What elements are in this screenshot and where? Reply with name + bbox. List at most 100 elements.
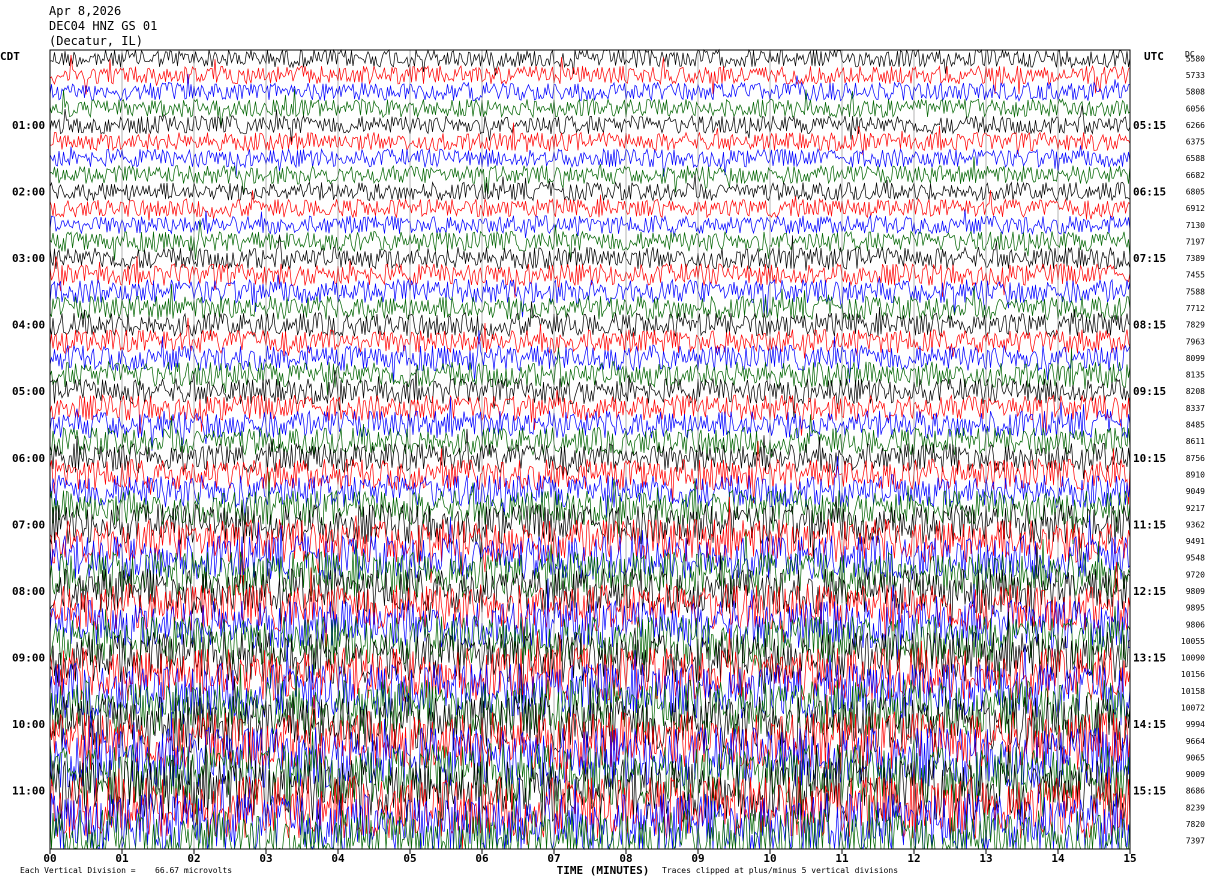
- left-hour-label: 07:00: [12, 518, 45, 531]
- x-axis-title: TIME (MINUTES): [557, 864, 650, 877]
- left-hour-labels: 01:00 02:00 03:00 04:00 05:00 06:00 07:00 08:00…: [12, 119, 45, 798]
- x-tick-label-11: 11: [835, 852, 849, 865]
- trace-row-19: [49, 347, 1131, 396]
- trace-row-17: [49, 317, 1131, 359]
- x-tick-label-10: 10: [763, 852, 776, 865]
- dc-offset-label: 9720: [1186, 570, 1205, 579]
- trace-row-16: [49, 301, 1131, 341]
- dc-offset-label: 10156: [1181, 670, 1205, 679]
- x-tick-label-13: 13: [979, 852, 992, 865]
- left-hour-label: 06:00: [12, 452, 45, 465]
- footer-scale-value: 66.67 microvolts: [155, 866, 233, 875]
- dc-offset-label: 6805: [1186, 187, 1205, 196]
- dc-offset-label: 9994: [1186, 720, 1205, 729]
- right-hour-label: 07:15: [1133, 252, 1166, 265]
- footer-scale-label: Each Vertical Division =: [20, 866, 136, 875]
- x-axis-ticks: 00 01 02 03 04 05 06 07 08 09 10 11 12 13 14 15: [43, 849, 1137, 865]
- left-hour-label: 09:00: [12, 652, 45, 665]
- x-tick-label-06: 06: [475, 852, 489, 865]
- right-hour-label: 09:15: [1133, 385, 1166, 398]
- x-tick-label-14: 14: [1051, 852, 1065, 865]
- dc-offset-label: 5580: [1186, 54, 1205, 63]
- right-hour-label: 08:15: [1133, 319, 1166, 332]
- trace-row-9: [49, 190, 1131, 221]
- right-hour-label: 06:15: [1133, 185, 1166, 198]
- x-tick-label-09: 09: [691, 852, 704, 865]
- right-hour-label: 15:15: [1133, 785, 1166, 798]
- right-hour-label: 05:15: [1133, 119, 1166, 132]
- trace-row-18: [49, 330, 1131, 383]
- dc-offset-label: 7389: [1186, 254, 1205, 263]
- dc-offset-label: 10055: [1181, 637, 1205, 646]
- dc-offset-label: 8239: [1186, 803, 1205, 812]
- left-hour-label: 10:00: [12, 718, 45, 731]
- left-hour-label: 05:00: [12, 385, 45, 398]
- dc-offset-label: 7963: [1186, 337, 1205, 346]
- right-hour-label: 14:15: [1133, 718, 1166, 731]
- dc-offset-label: 6912: [1186, 204, 1205, 213]
- dc-offset-label: 7130: [1186, 221, 1205, 230]
- x-tick-label-04: 04: [331, 852, 345, 865]
- dc-offset-label: 10158: [1181, 687, 1205, 696]
- trace-row-0: [49, 48, 1131, 76]
- dc-offset-label: 6375: [1186, 138, 1205, 147]
- right-hour-labels: 05:15 06:15 07:15 08:15 09:15 10:15 11:15 12:15…: [1133, 119, 1166, 798]
- dc-offset-label: 9809: [1186, 587, 1205, 596]
- trace-row-8: [49, 174, 1131, 202]
- left-hour-label: 01:00: [12, 119, 45, 132]
- dc-offset-label: 6266: [1186, 121, 1205, 130]
- trace-row-5: [49, 122, 1131, 156]
- dc-offset-label: 6588: [1186, 154, 1205, 163]
- left-hour-label: 03:00: [12, 252, 45, 265]
- left-hour-label: 08:00: [12, 585, 45, 598]
- dc-offset-label: 5808: [1186, 88, 1205, 97]
- dc-offset-label: 8135: [1186, 371, 1205, 380]
- right-hour-label: 10:15: [1133, 452, 1166, 465]
- x-tick-label-15: 15: [1123, 852, 1136, 865]
- trace-row-12: [49, 234, 1131, 271]
- x-tick-label-01: 01: [115, 852, 129, 865]
- dc-offset-label: 10090: [1181, 654, 1205, 663]
- trace-row-2: [49, 73, 1131, 102]
- dc-offset-label: 9664: [1186, 737, 1205, 746]
- dc-offset-label: 8910: [1186, 470, 1205, 479]
- dc-offset-label: 10072: [1181, 704, 1205, 713]
- dc-offset-label: 8485: [1186, 421, 1205, 430]
- dc-offset-label: 9362: [1186, 520, 1205, 529]
- seismogram-plot: 00 01 02 03 04 05 06 07 08 09 10 11 12 13 14 15 01:0002…: [12, 48, 1205, 877]
- left-hour-label: 02:00: [12, 185, 45, 198]
- dc-offset-labels: 5580 5733 5808 6056 6266 6375 6588 6682 6805 6912…: [1181, 54, 1205, 845]
- footer-clip-note: Traces clipped at plus/minus 5 vertical …: [662, 866, 899, 875]
- dc-offset-label: 9049: [1186, 487, 1205, 496]
- dc-offset-label: 8611: [1186, 437, 1205, 446]
- dc-offset-label: 7455: [1186, 271, 1205, 280]
- left-hour-label: 04:00: [12, 319, 45, 332]
- dc-offset-label: 8756: [1186, 454, 1205, 463]
- right-hour-label: 11:15: [1133, 518, 1166, 531]
- dc-offset-label: 7829: [1186, 321, 1205, 330]
- dc-offset-label: 9065: [1186, 753, 1205, 762]
- right-hour-label: 13:15: [1133, 652, 1166, 665]
- trace-row-27: [49, 471, 1131, 545]
- x-tick-label-00: 00: [43, 852, 56, 865]
- dc-offset-label: 9491: [1186, 537, 1205, 546]
- x-tick-label-12: 12: [907, 852, 920, 865]
- trace-group: [49, 48, 1131, 851]
- dc-offset-label: 9009: [1186, 770, 1205, 779]
- dc-offset-label: 8686: [1186, 787, 1205, 796]
- right-hour-label: 12:15: [1133, 585, 1166, 598]
- dc-offset-label: 5733: [1186, 71, 1205, 80]
- dc-offset-label: 8337: [1186, 404, 1205, 413]
- x-tick-label-02: 02: [187, 852, 200, 865]
- trace-row-22: [49, 396, 1131, 451]
- dc-offset-label: 6056: [1186, 104, 1205, 113]
- dc-offset-label: 7197: [1186, 237, 1205, 246]
- trace-row-1: [49, 54, 1131, 95]
- x-tick-label-03: 03: [259, 852, 272, 865]
- dc-offset-label: 6682: [1186, 171, 1205, 180]
- dc-offset-label: 9217: [1186, 504, 1205, 513]
- dc-offset-label: 7712: [1186, 304, 1205, 313]
- dc-offset-label: 7820: [1186, 820, 1205, 829]
- x-tick-label-05: 05: [403, 852, 416, 865]
- dc-offset-label: 9895: [1186, 604, 1205, 613]
